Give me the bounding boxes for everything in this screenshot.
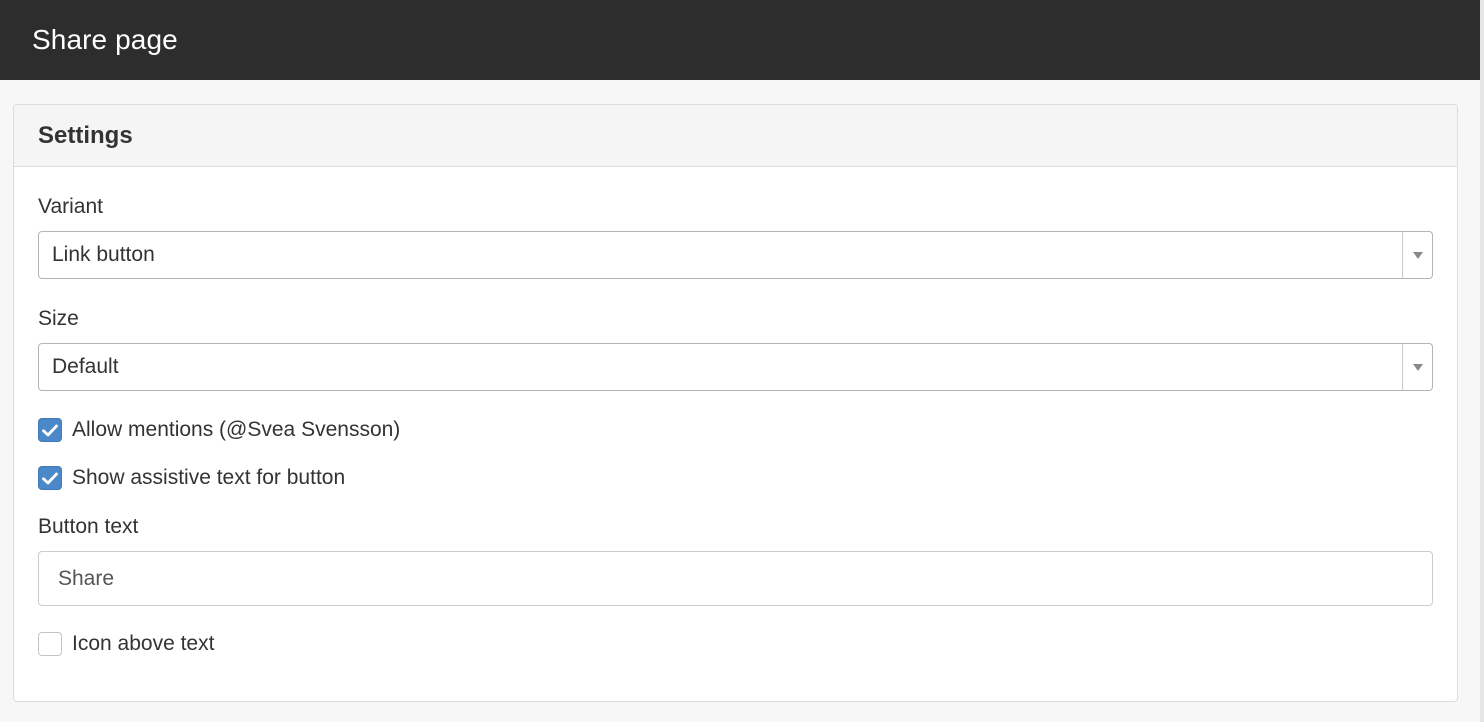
allow-mentions-checkbox[interactable]: [38, 418, 62, 442]
chevron-down-icon[interactable]: [1403, 251, 1432, 259]
scrollbar-track[interactable]: [1480, 0, 1484, 722]
settings-panel-title: Settings: [38, 121, 133, 149]
variant-label: Variant: [38, 195, 103, 218]
size-select-value: Default: [52, 355, 119, 378]
icon-above-text-label[interactable]: Icon above text: [72, 632, 214, 656]
size-select[interactable]: Default: [38, 343, 1433, 391]
page-title: Share page: [32, 24, 178, 55]
settings-panel-header: Settings: [14, 105, 1457, 167]
assistive-text-checkbox[interactable]: [38, 466, 62, 490]
variant-select-value: Link button: [52, 243, 155, 266]
checkmark-icon: [42, 472, 58, 484]
assistive-text-label[interactable]: Show assistive text for button: [72, 466, 345, 490]
allow-mentions-label[interactable]: Allow mentions (@Svea Svensson): [72, 418, 400, 442]
chevron-down-icon[interactable]: [1403, 363, 1432, 371]
size-label: Size: [38, 307, 79, 330]
top-bar: Share page: [0, 0, 1480, 80]
icon-above-text-row[interactable]: Icon above text: [38, 632, 214, 656]
assistive-text-row[interactable]: Show assistive text for button: [38, 466, 345, 490]
settings-panel: Settings Variant Link button Size Defaul…: [13, 104, 1458, 702]
checkmark-icon: [42, 424, 58, 436]
page: Share page Settings Variant Link button …: [0, 0, 1484, 722]
variant-select[interactable]: Link button: [38, 231, 1433, 279]
button-text-label: Button text: [38, 515, 139, 538]
button-text-input[interactable]: [38, 551, 1433, 606]
allow-mentions-row[interactable]: Allow mentions (@Svea Svensson): [38, 418, 400, 442]
icon-above-text-checkbox[interactable]: [38, 632, 62, 656]
